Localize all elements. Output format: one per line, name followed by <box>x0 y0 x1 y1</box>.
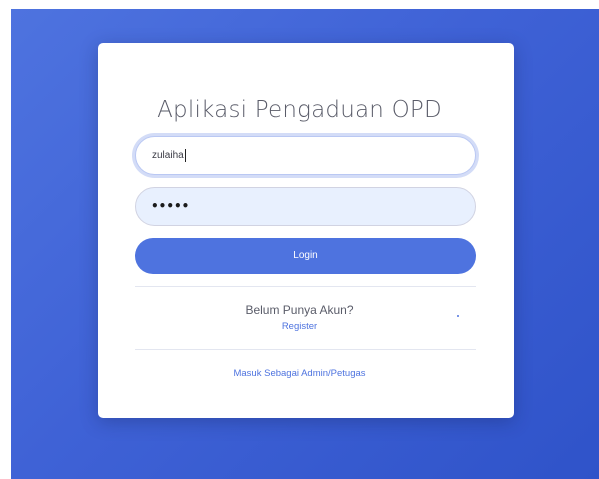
page-title: Aplikasi Pengaduan OPD <box>157 97 442 123</box>
login-button[interactable]: Login <box>135 238 476 274</box>
username-value: zulaiha <box>152 150 184 161</box>
divider <box>135 349 476 350</box>
admin-login-link[interactable]: Masuk Sebagai Admin/Petugas <box>0 368 599 379</box>
register-link-label[interactable]: Register <box>282 321 317 332</box>
register-question: Belum Punya Akun? <box>245 303 354 317</box>
register-link[interactable]: Register <box>0 321 599 332</box>
dot-marker <box>457 315 459 317</box>
username-input[interactable]: zulaiha <box>135 136 476 175</box>
text-cursor <box>184 148 186 162</box>
password-input[interactable]: ••••• <box>135 187 476 226</box>
password-value: ••••• <box>151 199 190 213</box>
admin-login-link-label[interactable]: Masuk Sebagai Admin/Petugas <box>233 368 365 379</box>
divider <box>135 286 476 287</box>
